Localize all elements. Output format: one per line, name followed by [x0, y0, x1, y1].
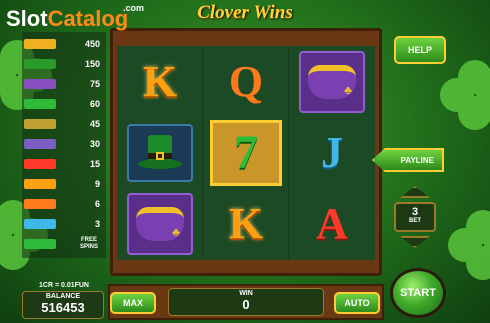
- symbol-letter: K: [142, 57, 178, 106]
- paytable-row: 150: [24, 56, 104, 72]
- reel-1: K: [117, 46, 203, 260]
- max-bet-button[interactable]: MAX: [110, 292, 156, 314]
- paytable-value: 3: [94, 219, 100, 229]
- paytable: 450 150 75 60 45 30 15 9 6 3 FREE SPINS: [22, 32, 106, 258]
- bet-value: 3: [411, 206, 419, 218]
- coin-value-text: 1CR = 0.01FUN: [39, 282, 89, 289]
- reel-area: K Q 7 K J A: [117, 46, 375, 260]
- help-button[interactable]: HELP: [394, 36, 446, 64]
- balance-value: 516453: [41, 300, 85, 315]
- paytable-row: 15: [24, 156, 104, 172]
- paytable-value: 60: [89, 99, 100, 109]
- paytable-symbol-icon: [24, 179, 56, 189]
- pot-of-gold-icon: [299, 50, 365, 113]
- symbol-pot: [289, 46, 375, 117]
- paytable-value: 30: [89, 139, 100, 149]
- symbol-letter: K: [228, 199, 264, 248]
- paytable-value: 45: [89, 119, 100, 129]
- paytable-row: FREE SPINS: [24, 236, 104, 252]
- paytable-symbol-icon: [24, 219, 56, 229]
- reel-2: Q 7 K: [203, 46, 289, 260]
- paytable-value: 15: [89, 159, 100, 169]
- balance-label: BALANCE: [45, 293, 81, 300]
- paytable-value: 75: [89, 79, 100, 89]
- clover-decoration-icon: [440, 60, 490, 130]
- paytable-row: 3: [24, 216, 104, 232]
- start-button[interactable]: START: [390, 268, 446, 318]
- paytable-value: 150: [84, 59, 100, 69]
- paytable-row: 6: [24, 196, 104, 212]
- paytable-symbol-icon: [24, 119, 56, 129]
- paytable-symbol-icon: [24, 59, 56, 69]
- symbol-letter: 7: [234, 126, 258, 179]
- symbol-letter: J: [321, 128, 343, 177]
- paytable-symbol-icon: [24, 39, 56, 49]
- symbol-q: Q: [203, 46, 289, 117]
- paytable-symbol-icon: [24, 139, 56, 149]
- paytable-row: 75: [24, 76, 104, 92]
- symbol-a: A: [289, 188, 375, 259]
- bet-box: 3 BET: [394, 202, 436, 232]
- symbol-hat: [117, 117, 203, 188]
- paytable-symbol-icon: [24, 79, 56, 89]
- win-box: WIN 0: [168, 288, 324, 316]
- symbol-k: K: [203, 188, 289, 259]
- paytable-symbol-icon: [24, 239, 56, 249]
- win-label: WIN: [239, 290, 253, 297]
- info-panel: 1CR = 0.01FUN BALANCE 516453: [22, 282, 106, 319]
- reel-frame: K Q 7 K J A: [110, 28, 382, 276]
- auto-spin-button[interactable]: AUTO: [334, 292, 380, 314]
- bet-label: BET: [409, 218, 421, 224]
- paytable-free-spins-label: FREE SPINS: [79, 237, 98, 250]
- paytable-row: 60: [24, 96, 104, 112]
- reel-3: J A: [289, 46, 375, 260]
- hat-icon: [127, 123, 193, 182]
- balance-box: BALANCE 516453: [22, 291, 104, 319]
- pot-of-gold-icon: [127, 192, 193, 255]
- symbol-j: J: [289, 117, 375, 188]
- paytable-value: 6: [94, 199, 100, 209]
- clover-decoration-icon: [448, 210, 490, 280]
- paytable-value: 450: [84, 39, 100, 49]
- paytable-row: 9: [24, 176, 104, 192]
- bet-decrease-icon[interactable]: [400, 236, 430, 248]
- paytable-row: 30: [24, 136, 104, 152]
- symbol-seven: 7: [203, 117, 289, 188]
- bet-increase-icon[interactable]: [400, 186, 430, 198]
- paytable-row: 450: [24, 36, 104, 52]
- symbol-pot: [117, 188, 203, 259]
- win-value: 0: [242, 297, 250, 312]
- symbol-k: K: [117, 46, 203, 117]
- paytable-value: 9: [94, 179, 100, 189]
- payline-button[interactable]: PAYLINE: [372, 148, 444, 172]
- paytable-symbol-icon: [24, 159, 56, 169]
- seven-tile: 7: [210, 119, 282, 186]
- watermark-slot: Slot: [6, 6, 48, 31]
- game-title: Clover Wins: [197, 2, 293, 23]
- paytable-row: 45: [24, 116, 104, 132]
- paytable-symbol-icon: [24, 199, 56, 209]
- watermark-catalog: Catalog: [47, 6, 129, 31]
- paytable-symbol-icon: [24, 99, 56, 109]
- slotcatalog-watermark: SlotCatalog .com: [6, 3, 144, 32]
- symbol-letter: Q: [228, 57, 264, 106]
- watermark-com: .com: [123, 3, 145, 13]
- symbol-letter: A: [316, 199, 348, 248]
